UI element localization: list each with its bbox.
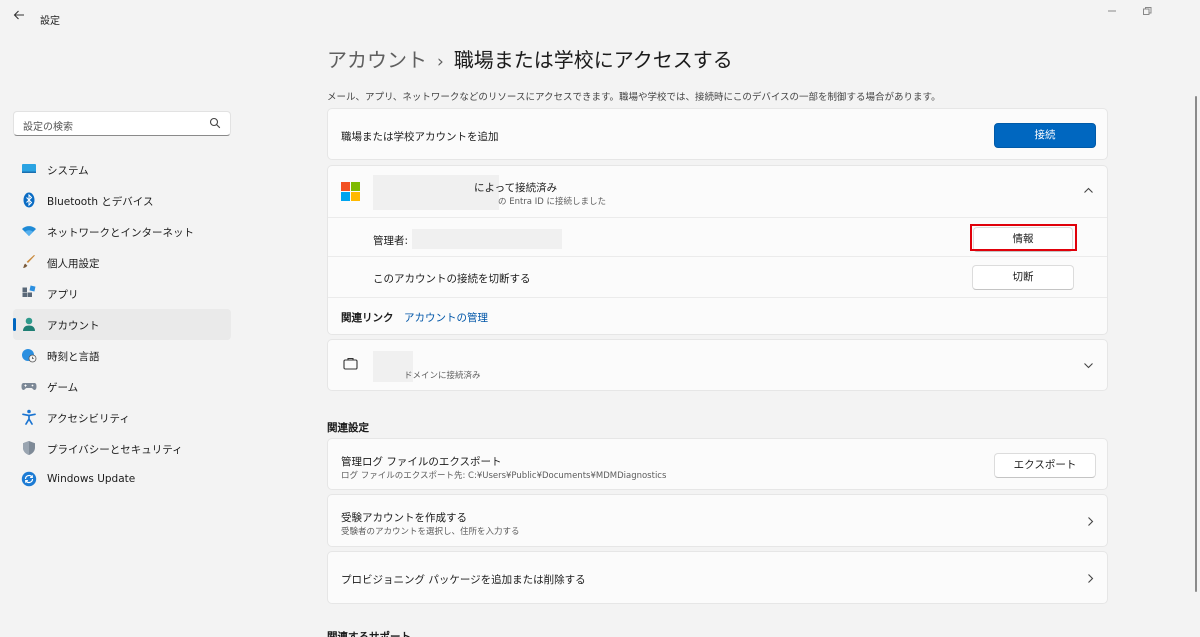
brush-icon <box>23 255 35 268</box>
disconnect-button[interactable]: 切断 <box>972 265 1074 290</box>
sidebar-item-label: Windows Update <box>47 473 136 485</box>
sidebar-item-label: プライバシーとセキュリティ <box>47 444 183 456</box>
sidebar-item-label: アプリ <box>47 289 79 301</box>
restore-icon <box>1143 7 1152 15</box>
domain-subtitle: ドメインに接続済み <box>404 371 481 381</box>
sidebar-item-gaming[interactable]: ゲーム <box>13 371 231 402</box>
sidebar-item-label: 個人用設定 <box>47 258 100 270</box>
account-entra-subtitle: の Entra ID に接続しました <box>498 197 606 207</box>
sidebar-item-label: アクセシビリティ <box>47 413 130 425</box>
redacted-admin <box>412 229 562 249</box>
chevron-up-icon[interactable] <box>1083 185 1094 196</box>
minimize-button[interactable] <box>1105 6 1119 19</box>
add-account-label: 職場または学校アカウントを追加 <box>341 131 499 143</box>
sidebar-item-label: アカウント <box>47 320 100 332</box>
connected-account-card: によって接続済み の Entra ID に接続しました 管理者: 情報 このアカ… <box>327 165 1108 335</box>
exam-account-title: 受験アカウントを作成する <box>341 512 467 524</box>
sidebar-item-time-language[interactable]: 時刻と言語 <box>13 340 231 371</box>
provisioning-card[interactable]: プロビジョニング パッケージを追加または削除する <box>327 551 1108 604</box>
gamepad-icon <box>21 383 37 390</box>
search-icon <box>209 117 221 129</box>
selection-indicator <box>13 318 16 331</box>
briefcase-icon <box>343 357 358 370</box>
sidebar-item-personalization[interactable]: 個人用設定 <box>13 247 231 278</box>
domain-account-card[interactable]: ドメインに接続済み <box>327 339 1108 391</box>
chevron-down-icon[interactable] <box>1083 360 1094 371</box>
provisioning-title: プロビジョニング パッケージを追加または削除する <box>341 574 586 586</box>
breadcrumb: アカウント › 職場または学校にアクセスする <box>327 44 733 73</box>
sidebar-item-label: 時刻と言語 <box>47 351 100 363</box>
export-logs-card: 管理ログ ファイルのエクスポート ログ ファイルのエクスポート先: C:¥Use… <box>327 438 1108 490</box>
related-settings-heading: 関連設定 <box>327 422 369 434</box>
sidebar-item-accounts[interactable]: アカウント <box>13 309 231 340</box>
arrow-left-icon <box>13 10 24 20</box>
shield-icon <box>23 441 35 455</box>
system-icon <box>22 164 36 173</box>
page-title: 職場または学校にアクセスする <box>453 48 733 72</box>
account-icon <box>23 317 35 331</box>
sidebar-item-label: ゲーム <box>47 382 79 394</box>
admin-label: 管理者: <box>373 235 409 247</box>
manage-account-link[interactable]: アカウントの管理 <box>404 310 488 325</box>
chevron-right-icon <box>1088 574 1094 583</box>
globe-clock-icon <box>22 349 37 363</box>
divider <box>328 256 1107 257</box>
exam-account-subtitle: 受験者のアカウントを選択し、住所を入力する <box>341 527 520 537</box>
related-support-heading: 関連するサポート <box>327 631 411 637</box>
sidebar-item-system[interactable]: システム <box>13 154 231 185</box>
export-logs-title: 管理ログ ファイルのエクスポート <box>341 456 502 468</box>
title-bar: 設定 <box>0 0 1200 36</box>
sidebar-item-privacy[interactable]: プライバシーとセキュリティ <box>13 433 231 464</box>
sidebar-item-bluetooth[interactable]: Bluetooth とデバイス <box>13 185 231 216</box>
accessibility-icon <box>22 409 36 425</box>
account-connected-by: によって接続済み <box>474 182 558 194</box>
info-button-highlight <box>970 224 1077 251</box>
update-icon <box>21 471 37 487</box>
page-description: メール、アプリ、ネットワークなどのリソースにアクセスできます。職場や学校では、接… <box>327 92 941 103</box>
sidebar-item-network[interactable]: ネットワークとインターネット <box>13 216 231 247</box>
sidebar-item-accessibility[interactable]: アクセシビリティ <box>13 402 231 433</box>
settings-search-input[interactable]: 設定の検索 <box>13 111 231 136</box>
back-button[interactable] <box>10 9 28 27</box>
exam-account-card[interactable]: 受験アカウントを作成する 受験者のアカウントを選択し、住所を入力する <box>327 494 1108 547</box>
disconnect-label: このアカウントの接続を切断する <box>373 273 531 285</box>
divider <box>328 217 1107 218</box>
sidebar-item-windows-update[interactable]: Windows Update <box>13 464 231 495</box>
restore-button[interactable] <box>1140 6 1154 19</box>
chevron-right-icon <box>1088 517 1094 526</box>
divider <box>328 297 1107 298</box>
microsoft-logo-icon <box>341 182 360 201</box>
export-logs-subtitle: ログ ファイルのエクスポート先: C:¥Users¥Public¥Documen… <box>341 471 667 481</box>
wifi-icon <box>22 226 36 236</box>
breadcrumb-separator: › <box>437 52 444 72</box>
search-placeholder: 設定の検索 <box>23 122 73 133</box>
sidebar-nav: システム Bluetooth とデバイス ネットワークとインターネット 個人用設… <box>13 154 231 495</box>
sidebar-item-label: システム <box>47 165 89 177</box>
breadcrumb-parent[interactable]: アカウント <box>327 48 427 72</box>
minimize-icon <box>1108 10 1116 12</box>
sidebar-item-apps[interactable]: アプリ <box>13 278 231 309</box>
related-links-label: 関連リンク <box>341 312 394 324</box>
connect-button[interactable]: 接続 <box>994 123 1096 148</box>
export-button[interactable]: エクスポート <box>994 453 1096 478</box>
add-account-card: 職場または学校アカウントを追加 接続 <box>327 108 1108 160</box>
sidebar-item-label: Bluetooth とデバイス <box>47 196 154 208</box>
sidebar-item-label: ネットワークとインターネット <box>47 227 194 239</box>
bluetooth-icon <box>23 192 35 208</box>
app-title: 設定 <box>40 16 60 27</box>
scrollbar[interactable] <box>1195 96 1197 592</box>
apps-icon <box>22 285 36 297</box>
